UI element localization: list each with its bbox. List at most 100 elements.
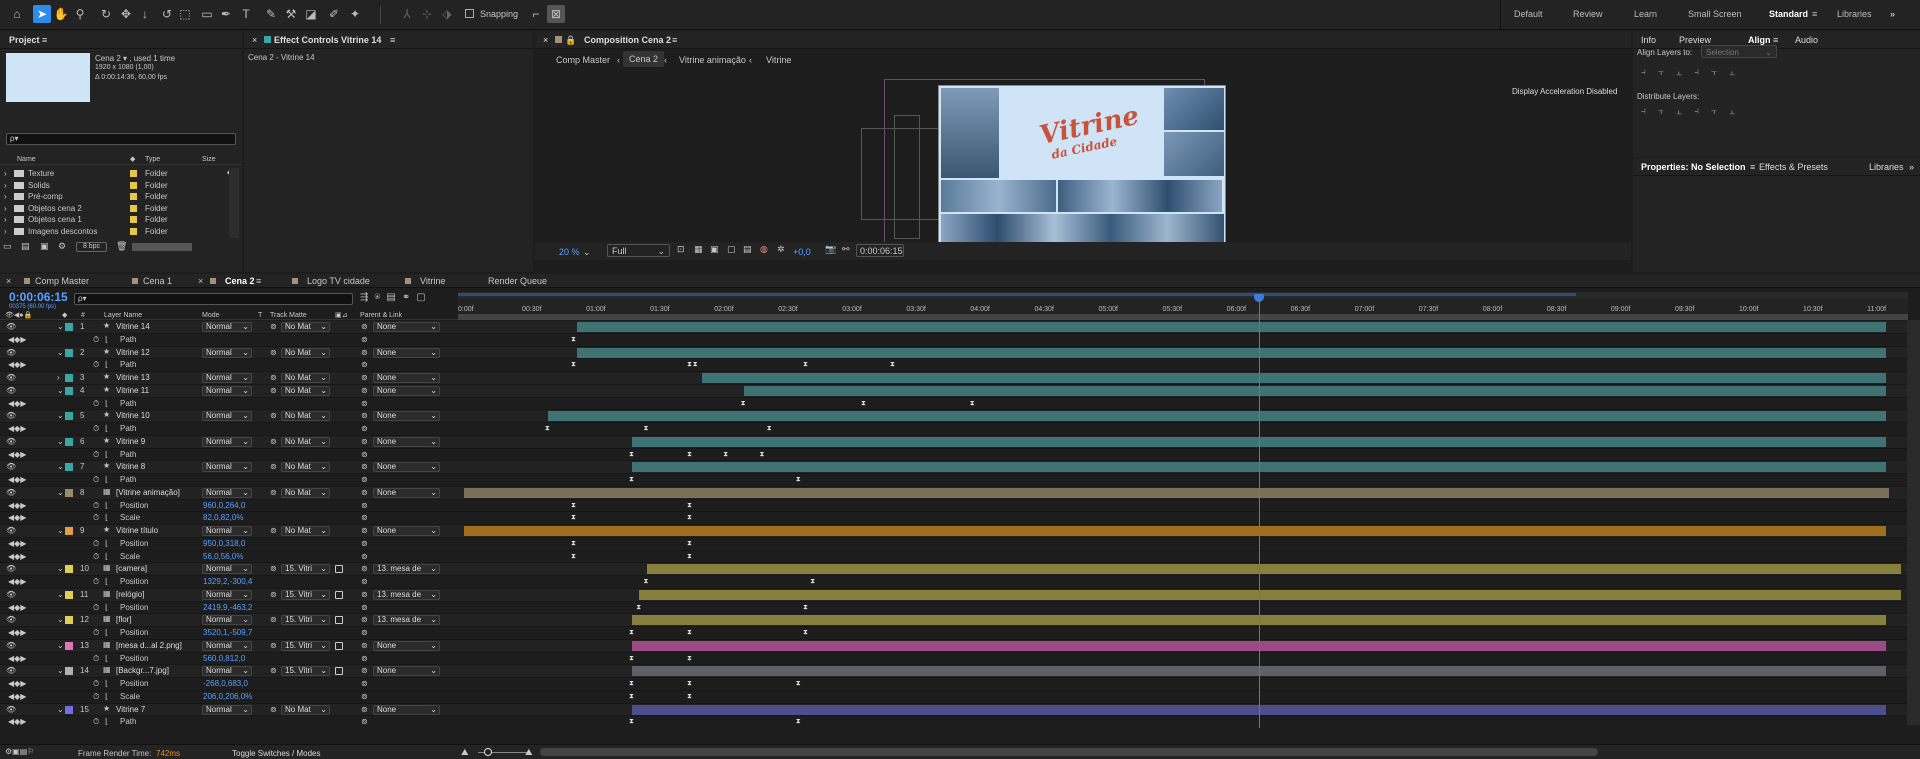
blend-mode-select[interactable]: Normal ⌄	[202, 385, 252, 396]
layer-name[interactable]: Vitrine 12	[116, 348, 150, 357]
label-color-swatch[interactable]	[65, 348, 73, 357]
label-color-swatch[interactable]	[65, 565, 73, 574]
label-color-swatch[interactable]	[65, 527, 73, 535]
track-matte-select[interactable]: 15. Vitri ⌄	[281, 615, 330, 626]
keyframe-icon[interactable]: ⧗	[741, 400, 747, 408]
panel-menu-icon[interactable]: ≡	[1773, 35, 1778, 45]
link-icon[interactable]: ⊚	[270, 437, 277, 446]
keyframe-icon[interactable]: ⧗	[629, 451, 635, 459]
more-panels-icon[interactable]: »	[1909, 162, 1914, 172]
new-comp-icon[interactable]: ▣	[40, 241, 49, 252]
pan-behind-icon[interactable]: ⬚	[176, 5, 194, 23]
keyframe-icon[interactable]: ⧗	[571, 553, 577, 561]
project-item[interactable]: › Objetos cena 2 Folder	[0, 203, 232, 214]
keyframe-icon[interactable]: ⧗	[571, 361, 577, 369]
property-value[interactable]: -268,0,683,0	[203, 679, 248, 688]
graph-icon[interactable]: ⌊	[105, 628, 108, 637]
track-matte-select[interactable]: No Mat ⌄	[281, 704, 330, 715]
chevron-down-icon[interactable]: ⌄	[583, 247, 591, 258]
parent-select[interactable]: None ⌄	[373, 385, 440, 396]
pickwhip-icon[interactable]: ⊚	[361, 513, 368, 522]
color-management-icon[interactable]: ✲	[777, 244, 785, 255]
project-item[interactable]: › Texture Folder	[0, 168, 232, 179]
layer-row[interactable]: 👁 ⌄ 13 ▦ [mesa d...al 2.png] Normal ⌄ ⊚ 15. Vitr…	[0, 639, 1920, 653]
keyframe-nav-icon[interactable]: ◀◆▶	[8, 654, 26, 663]
distribute-buttons-row[interactable]: ⫞⫟⫠⫞⫟⫠	[1641, 106, 1920, 118]
col-type[interactable]: Type	[145, 156, 160, 163]
eraser-tool-icon[interactable]: ◪	[302, 5, 320, 23]
tab-align[interactable]: Align	[1748, 35, 1771, 45]
keyframe-nav-icon[interactable]: ◀◆▶	[8, 692, 26, 701]
track-matte-select[interactable]: 15. Vitri ⌄	[281, 564, 330, 575]
pickwhip-icon[interactable]: ⊚	[361, 386, 368, 395]
mask-visibility-icon[interactable]: ▣	[710, 244, 719, 255]
parent-select[interactable]: None ⌄	[373, 411, 440, 422]
pickwhip-icon[interactable]: ⊚	[361, 603, 368, 612]
stopwatch-icon[interactable]: ⏱	[93, 335, 99, 345]
keyframe-icon[interactable]: ⧗	[571, 336, 577, 344]
property-value[interactable]: 82,0,82,0%	[203, 513, 243, 522]
keyframe-icon[interactable]: ⧗	[687, 655, 693, 663]
tab-audio[interactable]: Audio	[1795, 35, 1818, 45]
link-icon[interactable]: ⊚	[270, 348, 277, 357]
layer-name[interactable]: Vitrine 9	[116, 437, 145, 446]
keyframe-icon[interactable]: ⧗	[687, 553, 693, 561]
property-row[interactable]: ◀◆▶ ⏱ ⌊ Position 3520,1,-509,7 ⊚ ⧗ ⧗ ⧗	[0, 627, 1920, 640]
link-icon[interactable]: ⊚	[270, 386, 277, 395]
stopwatch-icon[interactable]: ⏱	[93, 513, 99, 523]
property-row[interactable]: ◀◆▶ ⏱ ⌊ Path ⊚ ⧗ ⧗ ⧗	[0, 397, 1920, 411]
track-matte-select[interactable]: No Mat ⌄	[281, 526, 330, 536]
graph-icon[interactable]: ⌊	[105, 450, 108, 459]
property-row[interactable]: ◀◆▶ ⏱ ⌊ Scale 56,0,56,0% ⊚ ⧗ ⧗	[0, 550, 1920, 564]
keyframe-nav-icon[interactable]: ◀◆▶	[8, 360, 26, 369]
current-time-field[interactable]: 0:00:06:15	[856, 244, 904, 257]
stopwatch-icon[interactable]: ⏱	[93, 679, 99, 689]
property-row[interactable]: ◀◆▶ ⏱ ⌊ Position 2419,9,-463,2 ⊚ ⧗ ⧗	[0, 601, 1920, 615]
keyframe-icon[interactable]: ⧗	[796, 718, 802, 726]
property-value[interactable]: 560,0,812,0	[203, 654, 245, 663]
blend-mode-select[interactable]: Normal ⌄	[202, 487, 252, 498]
keyframe-nav-icon[interactable]: ◀◆▶	[8, 424, 26, 433]
visibility-eye-icon[interactable]: 👁	[6, 411, 16, 420]
visibility-eye-icon[interactable]: 👁	[6, 437, 16, 446]
disclosure-triangle-icon[interactable]: ›	[4, 227, 7, 236]
chevron-down-icon[interactable]: ⌄	[57, 437, 64, 446]
keyframe-nav-icon[interactable]: ◀◆▶	[8, 513, 26, 522]
track-matte-select[interactable]: No Mat ⌄	[281, 487, 330, 498]
keyframe-nav-icon[interactable]: ◀◆▶	[8, 475, 26, 484]
layer-row[interactable]: 👁 ⌄ 4 ★ Vitrine 11 Normal ⌄ ⊚ No Mat ⌄ ⊚ None ⌄	[0, 384, 1920, 398]
tab-preview[interactable]: Preview	[1679, 35, 1711, 45]
layer-duration-bar[interactable]	[639, 589, 1901, 600]
parent-select[interactable]: None ⌄	[373, 666, 440, 677]
pickwhip-icon[interactable]: ⊚	[361, 488, 368, 497]
align-to-select[interactable]: Selection ⌄	[1701, 45, 1777, 58]
layer-row[interactable]: 👁 › 3 ★ Vitrine 13 Normal ⌄ ⊚ No Mat ⌄ ⊚ None ⌄	[0, 372, 1920, 385]
chevron-down-icon[interactable]: ⌄	[57, 615, 64, 624]
chevron-down-icon[interactable]: ⌄	[57, 590, 64, 599]
project-settings-icon[interactable]: ⚙	[58, 241, 66, 252]
breadcrumb-comp-master[interactable]: Comp Master	[556, 55, 610, 65]
pickwhip-icon[interactable]: ⊚	[361, 641, 368, 650]
parent-select[interactable]: None ⌄	[373, 526, 440, 536]
graph-icon[interactable]: ⌊	[105, 552, 108, 561]
blend-mode-select[interactable]: Normal ⌄	[202, 373, 252, 383]
property-row[interactable]: ◀◆▶ ⏱ ⌊ Path ⊚ ⧗ ⧗ ⧗ ⧗	[0, 448, 1920, 462]
blend-mode-select[interactable]: Normal ⌄	[202, 589, 252, 600]
keyframe-icon[interactable]: ⧗	[687, 693, 693, 701]
layer-name[interactable]: Vitrine 10	[116, 411, 150, 420]
chevron-down-icon[interactable]: ⌄	[57, 666, 64, 675]
link-icon[interactable]: ⊚	[270, 705, 277, 714]
layer-duration-bar[interactable]	[463, 487, 1890, 498]
property-row[interactable]: ◀◆▶ ⏱ ⌊ Path ⊚ ⧗ ⧗	[0, 716, 1920, 727]
property-value[interactable]: 950,0,318,0	[203, 539, 245, 548]
zoom-out-icon[interactable]: ⛰	[461, 747, 469, 758]
stopwatch-icon[interactable]: ⏱	[93, 603, 99, 613]
panel-menu-icon[interactable]: ≡	[672, 35, 677, 45]
property-value[interactable]: 206,0,206,0%	[203, 692, 252, 701]
blend-mode-select[interactable]: Normal ⌄	[202, 666, 252, 677]
graph-icon[interactable]: ⌊	[105, 692, 108, 701]
layer-name[interactable]: Vitrine 7	[116, 705, 145, 714]
graph-icon[interactable]: ⌊	[105, 679, 108, 688]
interpret-footage-icon[interactable]: ▭	[3, 241, 12, 252]
property-row[interactable]: ◀◆▶ ⏱ ⌊ Scale 82,0,82,0% ⊚ ⧗ ⧗	[0, 512, 1920, 525]
